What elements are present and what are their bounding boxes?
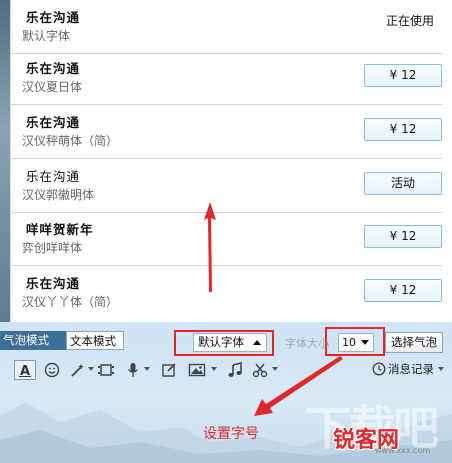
font-row[interactable]: 咩咩贺新年 弈创咩咩体 ¥ 12	[10, 212, 442, 266]
font-size-label: 字体大小	[285, 337, 329, 350]
font-sample: 乐在沟通	[26, 276, 81, 291]
chevron-down-icon[interactable]	[88, 367, 94, 371]
font-row[interactable]: 乐在沟通 汉仪郭徽明体 活动	[10, 159, 442, 213]
tab-text-mode[interactable]: 文本模式	[66, 331, 124, 350]
message-record-label: 消息记录	[388, 362, 434, 376]
font-name: 默认字体	[22, 29, 71, 43]
red-up-arrow	[204, 202, 216, 292]
in-use-label: 正在使用	[385, 14, 434, 28]
watermark-url: www.xxx.com	[375, 446, 431, 455]
magic-icon[interactable]	[68, 360, 86, 380]
buy-font-button[interactable]: ¥ 12	[364, 225, 442, 248]
background-strip	[0, 0, 10, 322]
tab-bubble-mode[interactable]: 气泡模式	[0, 331, 66, 350]
font-sample: 乐在沟通	[26, 115, 81, 130]
chevron-down-icon[interactable]	[211, 367, 217, 371]
buy-font-button[interactable]: ¥ 12	[364, 279, 442, 302]
triangle-down-icon	[361, 340, 369, 345]
buy-font-button[interactable]: ¥ 12	[364, 118, 442, 141]
font-row[interactable]: 乐在沟通 汉仪夏日体 ¥ 12	[10, 51, 442, 105]
font-sample: 乐在沟通	[26, 61, 81, 76]
screenshot-icon[interactable]	[160, 360, 178, 380]
chat-input-area: 气泡模式 文本模式 默认字体 字体大小 10 选择气泡 A 消息记录 设置字号 …	[0, 322, 452, 463]
video-icon[interactable]	[96, 360, 116, 380]
font-name: 汉仪秤萌体（简）	[22, 134, 119, 148]
activity-button[interactable]: 活动	[364, 172, 442, 195]
image-icon[interactable]	[187, 360, 207, 380]
font-row[interactable]: 乐在沟通 汉仪秤萌体（简） ¥ 12	[10, 105, 442, 159]
font-size-value: 10	[342, 336, 356, 349]
buy-font-button[interactable]: ¥ 12	[364, 64, 442, 87]
font-name: 弈创咩咩体	[22, 241, 83, 255]
font-sample: 咩咩贺新年	[26, 222, 94, 237]
message-record-button[interactable]: 消息记录	[372, 361, 444, 377]
font-sample: 乐在沟通	[26, 169, 81, 184]
font-row[interactable]: 乐在沟通 汉仪丫丫体（简） ¥ 12	[10, 266, 442, 319]
font-row-default[interactable]: 乐在沟通 默认字体 正在使用	[10, 0, 442, 54]
chevron-down-icon	[438, 367, 444, 371]
font-name: 汉仪郭徽明体	[22, 188, 95, 202]
emoji-icon[interactable]	[43, 360, 61, 380]
chevron-down-icon[interactable]	[144, 367, 150, 371]
font-name: 汉仪丫丫体（简）	[22, 295, 119, 309]
font-sample: 乐在沟通	[26, 10, 81, 25]
font-name: 汉仪夏日体	[22, 80, 83, 94]
font-icon[interactable]: A	[14, 360, 36, 380]
font-select-value: 默认字体	[198, 335, 244, 349]
annotation-caption: 设置字号	[203, 426, 259, 442]
choose-bubble-button[interactable]: 选择气泡	[385, 332, 443, 353]
triangle-up-icon	[253, 340, 261, 345]
mic-icon[interactable]	[125, 360, 141, 380]
svg-text:A: A	[20, 364, 30, 377]
music-icon[interactable]	[226, 360, 244, 380]
clock-icon	[372, 362, 386, 376]
